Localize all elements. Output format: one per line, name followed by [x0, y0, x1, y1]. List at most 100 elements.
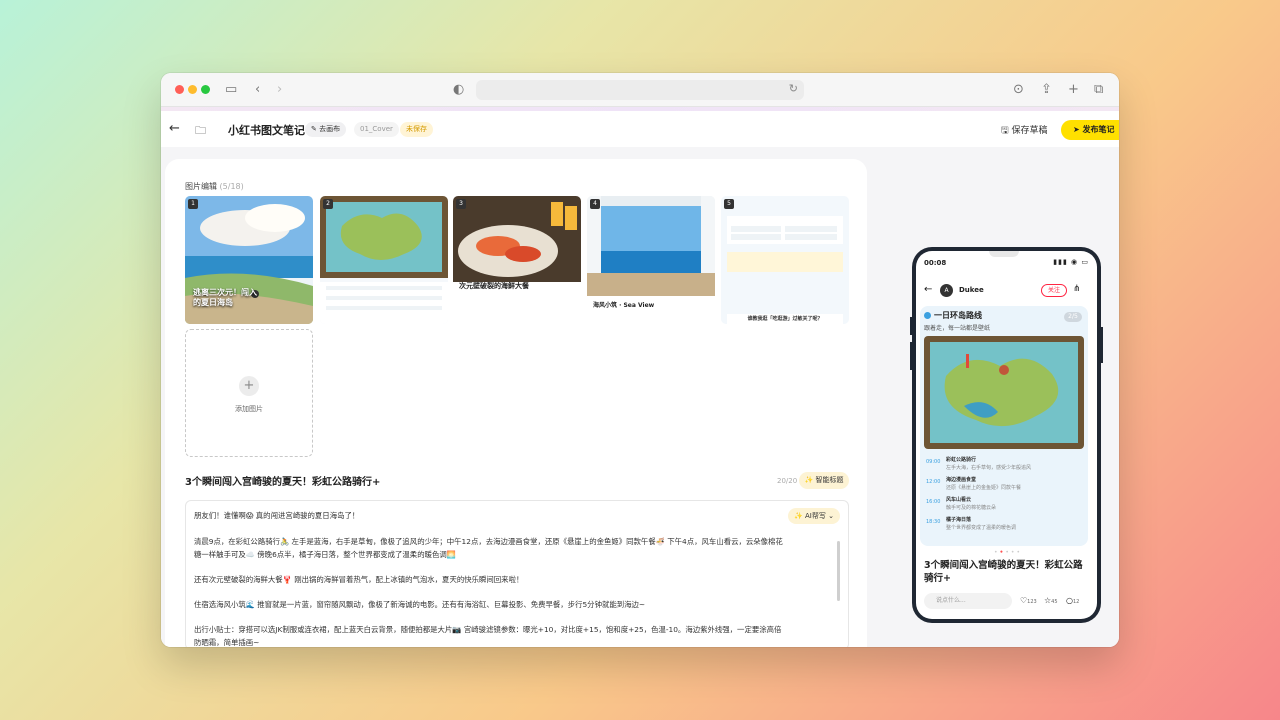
phone-preview: 00:08 ▮▮▮ ◉ ▭ ← A Dukee 关注 ⋔ 一日环岛路线 跟着走，…: [910, 247, 1103, 623]
page-title: 小红书图文笔记: [228, 124, 305, 137]
thumb-number: 1: [188, 199, 198, 209]
carousel-dots: •••••: [994, 549, 1023, 556]
add-image-button[interactable]: + 添加图片: [185, 329, 313, 457]
image-thumb[interactable]: 4 海风小筑 · Sea View: [587, 196, 715, 324]
body-paragraph: 出行小贴士：穿搭可以选JK制服或连衣裙，配上蓝天白云背景，随便拍都是大片📷 宫崎…: [194, 625, 782, 647]
card-title: 一日环岛路线: [934, 311, 982, 320]
thumb-caption: 谁教我逛「吃逛游」过敏关了呢？: [747, 316, 823, 322]
island-map-illustration: [320, 196, 448, 324]
thumb-number: 2: [323, 199, 333, 209]
card-subtitle: 跟着走，每一站都是壁纸: [924, 325, 991, 332]
publish-label: 发布笔记: [1082, 125, 1115, 134]
phone-action-bar: 说点什么... ♡123 ☆45 ○12: [924, 593, 1089, 609]
schedule-name: 海边漫画食堂: [946, 477, 977, 483]
body-paragraph: 清晨9点，在彩虹公路骑行🚴 左手是蓝海，右手是草甸，像极了追风的少年；中午12点…: [194, 537, 783, 559]
smart-title-label: 智能标题: [815, 476, 844, 484]
close-window-button[interactable]: [175, 85, 184, 94]
publish-button[interactable]: ➤ 发布笔记: [1061, 120, 1119, 140]
note-body-textarea[interactable]: ✨ AI帮写 ⌄ 朋友们！谁懂啊😱 真的闯进宫崎骏的夏日海岛了！ 清晨9点，在彩…: [185, 500, 849, 647]
schedule-desc: 左手大海，右手草甸，感受少年般追风: [946, 465, 1032, 471]
title-char-count: 20/20: [777, 477, 798, 485]
forward-icon[interactable]: ›: [277, 81, 282, 99]
follow-button[interactable]: 关注: [1041, 284, 1067, 297]
preview-title: 3个瞬间闯入宫崎骏的夏天！彩虹公路骑行+: [924, 560, 1083, 584]
seafood-illustration: [453, 196, 581, 324]
back-icon[interactable]: ←: [924, 284, 932, 295]
smart-title-button[interactable]: ✨ 智能标题: [799, 472, 849, 489]
list-item: 16:00 风车山看云 触手可及的棉花糖云朵: [924, 494, 1084, 514]
comment-button[interactable]: ○12: [1066, 596, 1079, 605]
phone-nav-bar: ← A Dukee 关注 ⋔: [916, 283, 1097, 299]
image-section-title: 图片编辑: [185, 182, 217, 191]
image-thumb[interactable]: 1 逃离三次元！闯入的夏日海岛: [185, 196, 313, 324]
note-title-input[interactable]: 3个瞬间闯入宫崎骏的夏天！彩虹公路骑行+: [185, 473, 380, 488]
image-thumb[interactable]: 2: [320, 196, 448, 324]
like-button[interactable]: ♡123: [1020, 596, 1037, 605]
zoom-window-button[interactable]: [201, 85, 210, 94]
comment-count: 12: [1072, 599, 1080, 605]
list-item: 18:30 橘子海日落 整个世界都变成了温柔的暖色调: [924, 514, 1084, 534]
save-draft-button[interactable]: 🖫 保存草稿: [1001, 123, 1048, 139]
star-count: 45: [1051, 599, 1058, 605]
browser-toolbar: ▭ ‹ › ◐ ↻ ⊙ ⇪ + ⧉: [161, 73, 1119, 107]
image-thumb[interactable]: 5 谁教我逛「吃逛游」过敏关了呢？: [721, 196, 849, 324]
preview-carousel[interactable]: 一日环岛路线 跟着走，每一站都是壁纸 2/5 09:00 彩虹公路骑行 左手大海…: [920, 306, 1088, 546]
author-name: Dukee: [959, 286, 984, 294]
body-paragraph: 住宿选海风小筑🌊 推窗就是一片蓝，窗帘随风飘动，像极了新海诚的电影。还有有海浴缸…: [194, 600, 646, 609]
schedule-time: 09:00: [926, 459, 941, 465]
back-icon[interactable]: ‹: [255, 81, 260, 99]
schedule-name: 彩虹公路骑行: [946, 457, 977, 463]
thumb-number: 5: [724, 199, 734, 209]
folder-icon[interactable]: 🗀: [195, 122, 206, 141]
address-bar[interactable]: ↻: [476, 80, 804, 100]
thumb-number: 3: [456, 199, 466, 209]
canvas-button[interactable]: ✎ 去画布: [305, 122, 347, 137]
schedule-name: 橘子海日落: [946, 517, 972, 523]
phone-side-button: [910, 317, 912, 335]
schedule-list: 09:00 彩虹公路骑行 左手大海，右手草甸，感受少年般追风 12:00 海边漫…: [924, 454, 1084, 534]
share-icon[interactable]: ⋔: [1073, 284, 1081, 294]
thumb-caption: 次元壁破裂的海鲜大餐: [459, 282, 529, 290]
canvas-label: 去画布: [319, 125, 341, 133]
status-icons: ▮▮▮ ◉ ▭: [1053, 258, 1089, 266]
schedule-desc: 触手可及的棉花糖云朵: [946, 505, 997, 511]
cover-tag: 01_Cover: [354, 122, 399, 137]
back-arrow-icon[interactable]: ←: [169, 121, 180, 136]
editor-area: 图片编辑 (5/18) 1 逃离三次元！闯入的夏日海岛 2 3 次元壁破裂的海鲜…: [161, 147, 1119, 647]
phone-power-button: [1101, 327, 1103, 363]
browser-window: ▭ ‹ › ◐ ↻ ⊙ ⇪ + ⧉ ← 🗀 小红书图文笔记 ✎ 去画布 01_C…: [161, 73, 1119, 647]
comment-icon: ○: [1066, 596, 1073, 605]
image-count: (5/18): [219, 182, 244, 191]
schedule-name: 风车山看云: [946, 497, 972, 503]
body-paragraph: 朋友们！谁懂啊😱 真的闯进宫崎骏的夏日海岛了！: [194, 511, 360, 520]
reload-icon[interactable]: ↻: [789, 82, 798, 95]
note-editor-panel: 图片编辑 (5/18) 1 逃离三次元！闯入的夏日海岛 2 3 次元壁破裂的海鲜…: [165, 159, 867, 647]
list-item: 09:00 彩虹公路骑行 左手大海，右手草甸，感受少年般追风: [924, 454, 1084, 474]
phone-screen: 00:08 ▮▮▮ ◉ ▭ ← A Dukee 关注 ⋔ 一日环岛路线 跟着走，…: [916, 251, 1097, 619]
tabs-overview-icon[interactable]: ⧉: [1094, 81, 1103, 99]
plus-icon: +: [239, 376, 259, 396]
status-time: 00:08: [924, 259, 947, 267]
collect-button[interactable]: ☆45: [1044, 596, 1058, 605]
ai-write-button[interactable]: ✨ AI帮写 ⌄: [788, 508, 840, 524]
schedule-desc: 还原《悬崖上的金鱼姬》同款午餐: [946, 485, 1022, 491]
minimize-window-button[interactable]: [188, 85, 197, 94]
shield-icon[interactable]: ◐: [453, 81, 464, 99]
body-paragraph: 还有次元壁破裂的海鲜大餐🦞 刚出锅的海鲜冒着热气，配上冰镇的气泡水，夏天的快乐瞬…: [194, 575, 524, 584]
image-section-label: 图片编辑 (5/18): [185, 181, 244, 192]
like-count: 123: [1027, 599, 1037, 605]
sidebar-icon[interactable]: ▭: [225, 81, 237, 99]
image-thumb[interactable]: 3 次元壁破裂的海鲜大餐: [453, 196, 581, 324]
avatar[interactable]: A: [940, 284, 953, 297]
island-map-illustration: [930, 342, 1078, 443]
comment-input[interactable]: 说点什么...: [924, 593, 1012, 609]
share-icon[interactable]: ⇪: [1041, 81, 1052, 99]
phone-notch: [989, 251, 1019, 257]
new-tab-icon[interactable]: +: [1068, 81, 1079, 99]
download-icon[interactable]: ⊙: [1013, 81, 1024, 99]
tips-card-illustration: [727, 216, 843, 324]
save-draft-label: 保存草稿: [1011, 126, 1048, 136]
body-scrollbar[interactable]: [837, 541, 840, 601]
schedule-desc: 整个世界都变成了温柔的暖色调: [946, 525, 1017, 531]
tab-strip: [161, 107, 1119, 111]
